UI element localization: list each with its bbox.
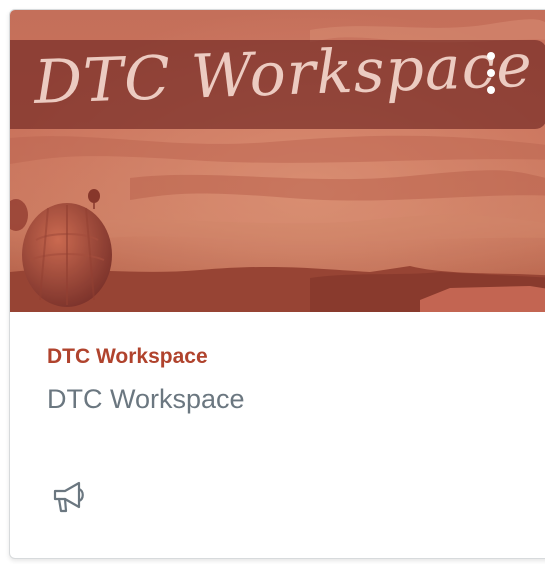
vertical-ellipsis-icon-dot bbox=[487, 69, 495, 77]
course-card[interactable]: DTC Workspace DTC Workspace DTC Workspac… bbox=[9, 9, 545, 559]
megaphone-icon bbox=[53, 481, 84, 513]
course-card-hero-image[interactable]: DTC Workspace bbox=[10, 10, 545, 312]
vertical-ellipsis-icon-dot bbox=[487, 52, 495, 60]
announcements-button[interactable] bbox=[51, 479, 89, 515]
course-options-button[interactable] bbox=[480, 48, 502, 100]
course-card-body: DTC Workspace DTC Workspace bbox=[10, 312, 545, 558]
vertical-ellipsis-icon-dot bbox=[487, 86, 495, 94]
course-code: DTC Workspace bbox=[47, 384, 245, 414]
course-name-link[interactable]: DTC Workspace bbox=[47, 345, 208, 369]
